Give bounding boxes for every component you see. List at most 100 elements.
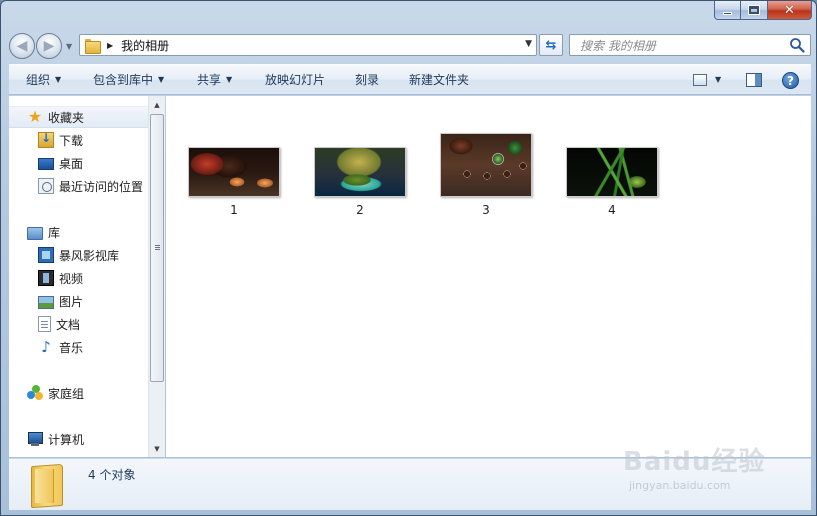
forward-button[interactable]: ▶ bbox=[36, 33, 62, 59]
view-options-dropdown-icon[interactable]: ▼ bbox=[715, 75, 721, 84]
document-icon bbox=[38, 316, 51, 332]
history-buttons: ◀ ▶ ▼ bbox=[9, 33, 85, 59]
sidebar-item-videos[interactable]: 视频 bbox=[9, 267, 150, 289]
breadcrumb-current-folder[interactable]: 我的相册 bbox=[121, 37, 169, 54]
navigation-pane-scrollbar[interactable]: ▲ ▼ bbox=[148, 96, 165, 457]
slideshow-button[interactable]: 放映幻灯片 bbox=[265, 64, 325, 95]
maximize-icon bbox=[748, 5, 760, 15]
refresh-arrows-icon: ⇆ bbox=[545, 37, 557, 53]
sidebar-item-label: 计算机 bbox=[48, 432, 85, 447]
sidebar-item-label: 桌面 bbox=[59, 156, 84, 171]
sidebar-item-label: 家庭组 bbox=[48, 386, 85, 401]
homegroup-icon bbox=[27, 385, 43, 401]
back-button[interactable]: ◀ bbox=[9, 33, 35, 59]
scrollbar-thumb[interactable] bbox=[150, 114, 164, 382]
sidebar-item-label: 最近访问的位置 bbox=[59, 179, 144, 194]
sidebar-item-libraries[interactable]: 库 bbox=[9, 221, 150, 243]
sidebar-item-recent-places[interactable]: 最近访问的位置 bbox=[9, 175, 150, 197]
sidebar-item-label: 视频 bbox=[59, 271, 84, 286]
help-icon[interactable]: ? bbox=[782, 72, 799, 89]
baidu-jingyan-watermark: Baidu经验 bbox=[623, 447, 766, 477]
close-icon: ✕ bbox=[784, 2, 795, 18]
sidebar-item-music[interactable]: ♪ 音乐 bbox=[9, 336, 150, 358]
breadcrumb-chevron-icon[interactable]: ▶ bbox=[107, 41, 113, 50]
share-label: 共享 bbox=[197, 73, 222, 87]
include-in-library-menu[interactable]: 包含到库中 ▼ bbox=[93, 64, 164, 95]
address-history-dropdown-icon[interactable]: ▼ bbox=[525, 39, 532, 49]
folder-icon bbox=[85, 38, 101, 54]
library-icon bbox=[27, 226, 43, 240]
arrow-right-icon: ▶ bbox=[43, 38, 55, 54]
include-in-library-label: 包含到库中 bbox=[93, 73, 154, 87]
chevron-down-icon: ▼ bbox=[158, 75, 165, 84]
sidebar-item-label: 库 bbox=[48, 225, 61, 240]
arrow-left-icon: ◀ bbox=[16, 38, 28, 54]
sidebar-item-favorites[interactable]: ★ 收藏夹 bbox=[9, 106, 150, 128]
sidebar-item-desktop[interactable]: 桌面 bbox=[9, 152, 150, 174]
sidebar-item-label: 暴风影视库 bbox=[59, 248, 120, 263]
slideshow-label: 放映幻灯片 bbox=[265, 73, 326, 87]
search-input[interactable]: 搜索 我的相册 bbox=[580, 37, 656, 54]
file-name-1[interactable]: 1 bbox=[188, 203, 280, 217]
file-name-4[interactable]: 4 bbox=[566, 203, 658, 217]
file-thumbnail-3[interactable] bbox=[440, 133, 532, 197]
minimize-button[interactable] bbox=[714, 1, 741, 20]
search-box[interactable]: 搜索 我的相册 bbox=[569, 34, 811, 56]
sidebar-item-pictures[interactable]: 图片 bbox=[9, 290, 150, 312]
music-note-icon: ♪ bbox=[41, 338, 51, 356]
address-bar[interactable]: ▶ 我的相册 ▼ bbox=[79, 34, 537, 56]
film-icon bbox=[38, 270, 54, 286]
sidebar-item-documents[interactable]: 文档 bbox=[9, 313, 150, 335]
sidebar-item-label: 收藏夹 bbox=[48, 110, 85, 125]
burn-button[interactable]: 刻录 bbox=[355, 64, 379, 95]
navigation-row: ◀ ▶ ▼ ▶ 我的相册 ▼ ⇆ 搜索 我的相册 bbox=[9, 31, 811, 59]
change-view-icon[interactable] bbox=[693, 74, 707, 86]
sidebar-item-label: 图片 bbox=[59, 294, 84, 309]
minimize-icon bbox=[723, 11, 732, 15]
folder-icon bbox=[31, 465, 61, 505]
desktop-icon bbox=[38, 158, 54, 170]
computer-icon bbox=[27, 431, 43, 447]
recent-pages-dropdown-icon[interactable]: ▼ bbox=[66, 42, 72, 51]
video-library-icon bbox=[38, 247, 54, 263]
sidebar-item-baofeng-video-library[interactable]: 暴风影视库 bbox=[9, 244, 150, 266]
download-folder-icon bbox=[38, 131, 54, 148]
new-folder-button[interactable]: 新建文件夹 bbox=[409, 64, 469, 95]
scroll-down-arrow-icon[interactable]: ▼ bbox=[149, 440, 165, 457]
picture-icon bbox=[38, 295, 54, 309]
watermark-url: jingyan.baidu.com bbox=[629, 479, 731, 492]
recent-places-icon bbox=[38, 178, 54, 194]
item-count: 4 个对象 bbox=[88, 468, 136, 482]
scrollbar-grip-icon bbox=[155, 245, 160, 246]
sidebar-item-label: 音乐 bbox=[59, 340, 84, 355]
maximize-button[interactable] bbox=[741, 1, 768, 20]
command-bar: 组织 ▼ 包含到库中 ▼ 共享 ▼ 放映幻灯片 刻录 新建文件夹 ▼ ? bbox=[9, 64, 811, 95]
refresh-button[interactable]: ⇆ bbox=[539, 34, 563, 56]
file-thumbnail-1[interactable] bbox=[188, 147, 280, 197]
star-icon: ★ bbox=[27, 107, 43, 126]
share-menu[interactable]: 共享 ▼ bbox=[197, 64, 232, 95]
search-icon[interactable] bbox=[789, 37, 805, 53]
sidebar-item-computer[interactable]: 计算机 bbox=[9, 428, 150, 450]
file-list-view[interactable]: 1 2 3 4 bbox=[166, 96, 811, 457]
chevron-down-icon: ▼ bbox=[55, 75, 62, 84]
new-folder-label: 新建文件夹 bbox=[409, 73, 470, 87]
file-name-2[interactable]: 2 bbox=[314, 203, 406, 217]
file-name-3[interactable]: 3 bbox=[440, 203, 532, 217]
scroll-up-arrow-icon[interactable]: ▲ bbox=[149, 96, 165, 113]
sidebar-item-label: 文档 bbox=[56, 317, 81, 332]
burn-label: 刻录 bbox=[355, 73, 380, 87]
close-button[interactable]: ✕ bbox=[768, 1, 812, 20]
chevron-down-icon: ▼ bbox=[226, 75, 233, 84]
file-thumbnail-4[interactable] bbox=[566, 147, 658, 197]
organize-menu[interactable]: 组织 ▼ bbox=[26, 64, 61, 95]
file-thumbnail-2[interactable] bbox=[314, 147, 406, 197]
preview-pane-icon[interactable] bbox=[746, 73, 762, 87]
sidebar-item-label: 下载 bbox=[59, 133, 84, 148]
organize-label: 组织 bbox=[26, 73, 51, 87]
caption-buttons: ✕ bbox=[714, 1, 812, 21]
navigation-pane: ★ 收藏夹 下载 桌面 最近访问的位置 库 暴风影视库 视频 图 bbox=[9, 96, 150, 457]
sidebar-item-downloads[interactable]: 下载 bbox=[9, 129, 150, 151]
explorer-window: ✕ ◀ ▶ ▼ ▶ 我的相册 ▼ ⇆ 搜索 我的相册 组织 ▼ 包含到库中 ▼ … bbox=[0, 0, 817, 516]
sidebar-item-homegroup[interactable]: 家庭组 bbox=[9, 382, 150, 404]
